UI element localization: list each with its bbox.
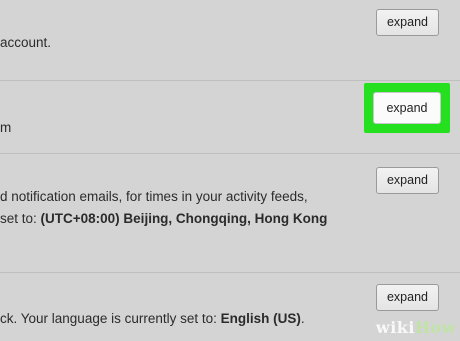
watermark-how: How xyxy=(414,318,456,337)
language-description: ck. Your language is currently set to: E… xyxy=(0,308,305,330)
timezone-description-line1: d notification emails, for times in your… xyxy=(0,189,308,204)
timezone-prefix: set to: xyxy=(0,211,41,226)
settings-row-account: account. expand xyxy=(0,0,460,80)
language-suffix: . xyxy=(300,311,305,326)
settings-row-timezone: d notification emails, for times in your… xyxy=(0,154,460,272)
watermark-wiki: wiki xyxy=(375,318,415,337)
expand-button-email[interactable]: expand xyxy=(373,92,441,124)
account-description: account. xyxy=(0,35,52,50)
highlighted-expand-frame: expand xyxy=(364,83,450,133)
timezone-value: (UTC+08:00) Beijing, Chongqing, Hong Kon… xyxy=(40,211,328,226)
expand-button-timezone[interactable]: expand xyxy=(376,167,439,194)
email-description: m xyxy=(0,120,12,135)
language-prefix: ck. Your language is currently set to: xyxy=(0,311,221,326)
timezone-description-line2: set to: (UTC+08:00) Beijing, Chongqing, … xyxy=(0,208,327,230)
wikihow-watermark: wikiHow xyxy=(376,318,456,337)
expand-button-language[interactable]: expand xyxy=(376,284,439,311)
language-value: English (US) xyxy=(220,311,301,326)
expand-button-account[interactable]: expand xyxy=(376,9,439,36)
